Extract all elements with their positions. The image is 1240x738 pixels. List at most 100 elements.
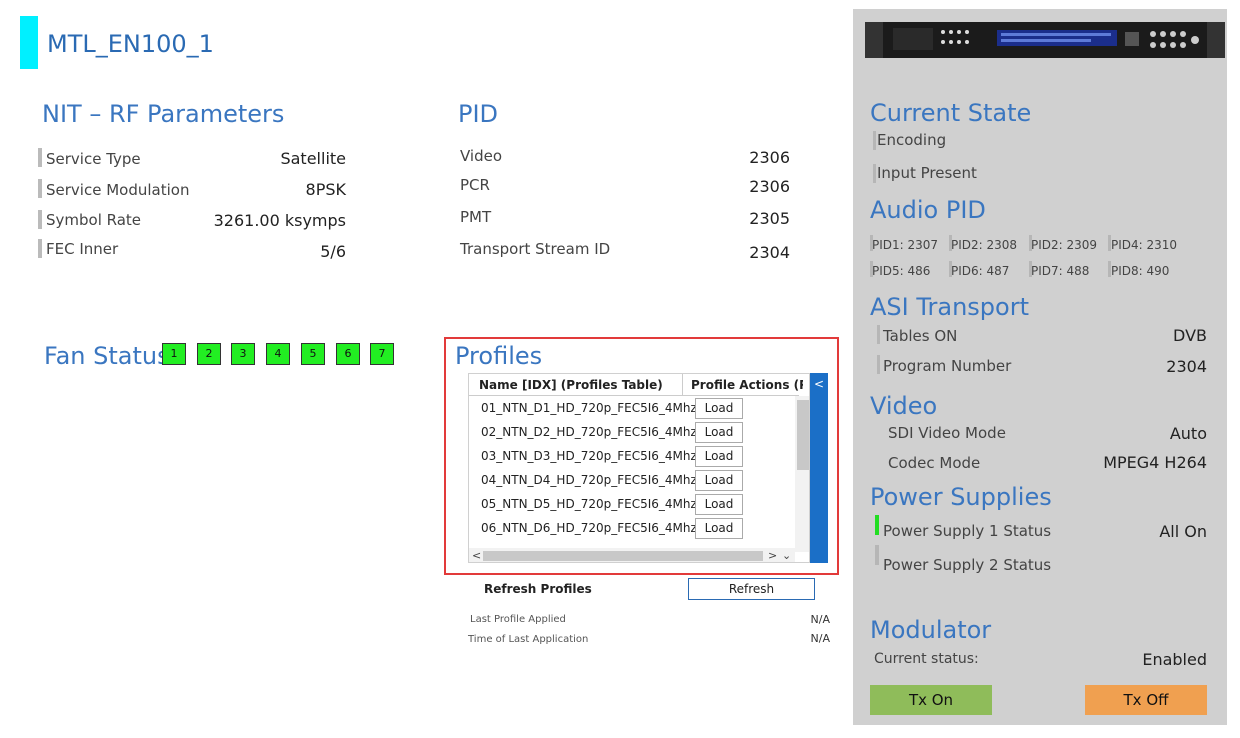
load-button[interactable]: Load	[695, 518, 743, 539]
last-profile-applied-value: N/A	[810, 613, 830, 626]
current-state-heading: Current State	[870, 99, 1032, 127]
last-profile-applied-label: Last Profile Applied	[470, 614, 566, 625]
pid-value-video: 2306	[749, 148, 790, 167]
time-last-application-label: Time of Last Application	[468, 634, 589, 645]
nit-value-symbol-rate: 3261.00 ksymps	[213, 211, 346, 230]
table-row[interactable]: 06_NTN_D6_HD_720p_FEC5I6_4Mhz Load	[469, 517, 794, 541]
profile-name: 05_NTN_D5_HD_720p_FEC5I6_4Mhz	[481, 497, 697, 511]
tx-off-button[interactable]: Tx Off	[1085, 685, 1207, 715]
collapse-panel-button[interactable]: <	[810, 373, 828, 563]
scroll-down-icon[interactable]: ⌄	[782, 549, 791, 562]
power-supply-2-indicator	[875, 545, 879, 565]
chevron-left-icon: <	[813, 377, 825, 391]
column-header-actions[interactable]: Profile Actions (P...	[691, 378, 803, 392]
pid-value-pcr: 2306	[749, 177, 790, 196]
profile-name: 02_NTN_D2_HD_720p_FEC5I6_4Mhz	[481, 425, 697, 439]
modulator-status-label: Current status:	[874, 651, 979, 667]
audio-pid-2: PID2: 2308	[951, 238, 1018, 252]
pid-heading: PID	[458, 100, 499, 128]
nit-value-service-modulation: 8PSK	[305, 180, 346, 199]
fan-indicator-2: 2	[197, 343, 221, 365]
vertical-scroll-thumb[interactable]	[797, 400, 809, 470]
table-row[interactable]: 04_NTN_D4_HD_720p_FEC5I6_4Mhz Load	[469, 469, 794, 493]
asi-label-tables: Tables ON	[883, 327, 958, 345]
profile-name: 04_NTN_D4_HD_720p_FEC5I6_4Mhz	[481, 473, 697, 487]
asi-transport-heading: ASI Transport	[870, 293, 1029, 321]
video-value-sdi-mode: Auto	[1169, 424, 1207, 443]
modulator-heading: Modulator	[870, 616, 992, 644]
power-supply-2-label: Power Supply 2 Status	[883, 556, 1052, 574]
audio-pid-6: PID6: 487	[951, 264, 1010, 278]
row-marker	[877, 355, 880, 374]
pid-label-pcr: PCR	[460, 176, 490, 194]
device-front-panel-image	[865, 22, 1225, 58]
load-button[interactable]: Load	[695, 422, 743, 443]
horizontal-scrollbar[interactable]: < > ⌄	[469, 548, 795, 562]
pid-label-transport-stream-id: Transport Stream ID	[460, 240, 611, 258]
nit-value-fec-inner: 5/6	[320, 242, 346, 261]
profiles-table-header: Name [IDX] (Profiles Table) Profile Acti…	[469, 374, 803, 396]
fan-indicator-5: 5	[301, 343, 325, 365]
load-button[interactable]: Load	[695, 446, 743, 467]
nit-label-symbol-rate: Symbol Rate	[46, 211, 142, 229]
pid-label-pmt: PMT	[460, 208, 492, 226]
profile-name: 03_NTN_D3_HD_720p_FEC5I6_4Mhz	[481, 449, 697, 463]
table-row[interactable]: 03_NTN_D3_HD_720p_FEC5I6_4Mhz Load	[469, 445, 794, 469]
row-marker	[38, 210, 42, 229]
row-marker	[873, 164, 876, 183]
audio-pid-7: PID7: 488	[1031, 264, 1090, 278]
pid-value-transport-stream-id: 2304	[749, 243, 790, 262]
audio-pid-1: PID1: 2307	[872, 238, 939, 252]
vertical-scrollbar[interactable]	[795, 396, 809, 552]
table-row[interactable]: 01_NTN_D1_HD_720p_FEC5I6_4Mhz Load	[469, 397, 794, 421]
status-panel: Current State Encoding Input Present Aud…	[853, 9, 1227, 725]
time-last-application-value: N/A	[810, 632, 830, 645]
device-title: MTL_EN100_1	[47, 30, 214, 58]
load-button[interactable]: Load	[695, 398, 743, 419]
table-row[interactable]: 02_NTN_D2_HD_720p_FEC5I6_4Mhz Load	[469, 421, 794, 445]
pid-value-pmt: 2305	[749, 209, 790, 228]
table-row[interactable]: 05_NTN_D5_HD_720p_FEC5I6_4Mhz Load	[469, 493, 794, 517]
refresh-button[interactable]: Refresh	[688, 578, 815, 600]
column-header-name[interactable]: Name [IDX] (Profiles Table)	[479, 378, 663, 392]
row-marker	[877, 325, 880, 344]
current-state-encoding: Encoding	[877, 131, 947, 149]
asi-value-tables: DVB	[1173, 326, 1207, 345]
profiles-heading: Profiles	[455, 342, 543, 370]
load-button[interactable]: Load	[695, 494, 743, 515]
nit-label-fec-inner: FEC Inner	[46, 240, 119, 258]
scroll-right-icon[interactable]: >	[768, 549, 777, 562]
power-supply-1-value: All On	[1159, 522, 1207, 541]
audio-pid-5: PID5: 486	[872, 264, 931, 278]
profiles-table: Name [IDX] (Profiles Table) Profile Acti…	[468, 373, 810, 563]
video-label-codec-mode: Codec Mode	[888, 454, 981, 472]
tx-on-button[interactable]: Tx On	[870, 685, 992, 715]
audio-pid-3: PID2: 2309	[1031, 238, 1098, 252]
nit-value-service-type: Satellite	[280, 149, 346, 168]
load-button[interactable]: Load	[695, 470, 743, 491]
audio-pid-4: PID4: 2310	[1111, 238, 1178, 252]
row-marker	[38, 179, 42, 198]
column-divider[interactable]	[682, 374, 683, 396]
nit-label-service-type: Service Type	[46, 150, 141, 168]
modulator-status-value: Enabled	[1142, 650, 1207, 669]
nit-heading: NIT – RF Parameters	[42, 100, 285, 128]
scroll-left-icon[interactable]: <	[472, 549, 481, 562]
power-supply-1-indicator	[875, 515, 879, 535]
video-value-codec-mode: MPEG4 H264	[1103, 453, 1207, 472]
fan-indicator-6: 6	[336, 343, 360, 365]
fan-indicator-4: 4	[266, 343, 290, 365]
horizontal-scroll-thumb[interactable]	[483, 551, 763, 561]
video-label-sdi-mode: SDI Video Mode	[888, 424, 1006, 442]
current-state-input: Input Present	[877, 164, 977, 182]
power-supply-1-label: Power Supply 1 Status	[883, 522, 1052, 540]
nit-label-service-modulation: Service Modulation	[46, 181, 190, 199]
audio-pid-heading: Audio PID	[870, 196, 986, 224]
asi-label-program-number: Program Number	[883, 357, 1012, 375]
power-supplies-heading: Power Supplies	[870, 483, 1052, 511]
title-accent-bar	[20, 16, 38, 69]
fan-status-heading: Fan Status	[44, 342, 170, 370]
fan-indicator-1: 1	[162, 343, 186, 365]
row-marker	[873, 131, 876, 150]
refresh-profiles-label: Refresh Profiles	[484, 582, 592, 596]
